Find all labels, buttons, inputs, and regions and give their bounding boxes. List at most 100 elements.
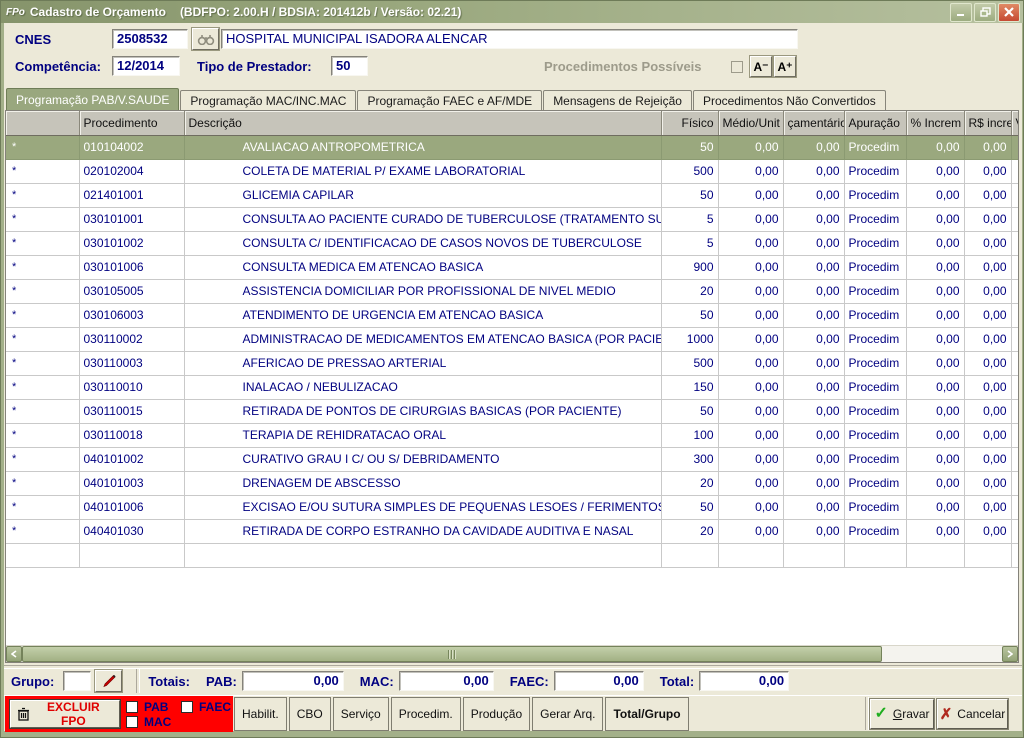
gravar-button[interactable]: ✓ Gravar	[870, 699, 934, 729]
cell-medio-unit[interactable]: 0,00	[718, 183, 783, 207]
cell-fisico[interactable]: 50	[661, 495, 718, 519]
cell-overflow[interactable]	[1011, 303, 1018, 327]
row-marker[interactable]: *	[6, 159, 79, 183]
table-row[interactable]: *030110003AFERICAO DE PRESSAO ARTERIAL50…	[6, 351, 1018, 375]
table-row[interactable]: *030101001CONSULTA AO PACIENTE CURADO DE…	[6, 207, 1018, 231]
cell-procedimento[interactable]: 030105005	[79, 279, 184, 303]
cell-pct-increm[interactable]: 0,00	[906, 423, 964, 447]
table-row[interactable]: *030101002CONSULTA C/ IDENTIFICACAO DE C…	[6, 231, 1018, 255]
cell-pct-increm[interactable]: 0,00	[906, 399, 964, 423]
cell-overflow[interactable]	[1011, 423, 1018, 447]
button-cbo[interactable]: CBO	[289, 697, 331, 731]
search-cnes-button[interactable]	[192, 28, 219, 50]
scrollbar-thumb[interactable]	[22, 646, 882, 662]
cell-rs-increm[interactable]: 0,00	[964, 375, 1011, 399]
cell-apuracao[interactable]: Procedim	[844, 231, 906, 255]
cell-orcamentario[interactable]: 0,00	[783, 423, 844, 447]
row-marker[interactable]: *	[6, 399, 79, 423]
cell-procedimento[interactable]: 030106003	[79, 303, 184, 327]
table-row[interactable]: *040101002CURATIVO GRAU I C/ OU S/ DEBRI…	[6, 447, 1018, 471]
cell-medio-unit[interactable]: 0,00	[718, 303, 783, 327]
cell-fisico[interactable]: 50	[661, 135, 718, 159]
cell-procedimento[interactable]: 030110003	[79, 351, 184, 375]
cell-orcamentario[interactable]: 0,00	[783, 519, 844, 543]
cell-overflow[interactable]	[1011, 447, 1018, 471]
cell-pct-increm[interactable]: 0,00	[906, 135, 964, 159]
cell-pct-increm[interactable]: 0,00	[906, 375, 964, 399]
cell-pct-increm[interactable]: 0,00	[906, 447, 964, 471]
cell-fisico[interactable]: 20	[661, 519, 718, 543]
cell-apuracao[interactable]: Procedim	[844, 519, 906, 543]
cell-rs-increm[interactable]: 0,00	[964, 399, 1011, 423]
cell-rs-increm[interactable]: 0,00	[964, 255, 1011, 279]
cell-medio-unit[interactable]: 0,00	[718, 447, 783, 471]
button-procedim[interactable]: Procedim.	[391, 697, 461, 731]
cell-orcamentario[interactable]: 0,00	[783, 303, 844, 327]
row-marker[interactable]: *	[6, 327, 79, 351]
cell-medio-unit[interactable]: 0,00	[718, 327, 783, 351]
cell-apuracao[interactable]: Procedim	[844, 471, 906, 495]
cell-pct-increm[interactable]: 0,00	[906, 207, 964, 231]
establishment-name-input[interactable]: HOSPITAL MUNICIPAL ISADORA ALENCAR	[221, 29, 798, 49]
cell-descricao[interactable]: TERAPIA DE REHIDRATACAO ORAL	[184, 423, 661, 447]
cell-orcamentario[interactable]: 0,00	[783, 375, 844, 399]
cell-pct-increm[interactable]: 0,00	[906, 471, 964, 495]
cell-overflow[interactable]	[1011, 159, 1018, 183]
cell-fisico[interactable]: 100	[661, 423, 718, 447]
table-row[interactable]: *030105005ASSISTENCIA DOMICILIAR POR PRO…	[6, 279, 1018, 303]
cell-medio-unit[interactable]: 0,00	[718, 279, 783, 303]
row-marker[interactable]: *	[6, 471, 79, 495]
cell-descricao[interactable]: AVALIACAO ANTROPOMETRICA	[184, 135, 661, 159]
cell-pct-increm[interactable]: 0,00	[906, 495, 964, 519]
cell-medio-unit[interactable]: 0,00	[718, 423, 783, 447]
cell-medio-unit[interactable]: 0,00	[718, 471, 783, 495]
cell-descricao[interactable]: RETIRADA DE CORPO ESTRANHO DA CAVIDADE A…	[184, 519, 661, 543]
scroll-right-button[interactable]	[1002, 646, 1018, 662]
cell-rs-increm[interactable]: 0,00	[964, 351, 1011, 375]
table-row[interactable]: *030106003ATENDIMENTO DE URGENCIA EM ATE…	[6, 303, 1018, 327]
table-row[interactable]: *030101006CONSULTA MEDICA EM ATENCAO BAS…	[6, 255, 1018, 279]
cell-apuracao[interactable]: Procedim	[844, 495, 906, 519]
cell-rs-increm[interactable]: 0,00	[964, 231, 1011, 255]
cell-overflow[interactable]	[1011, 495, 1018, 519]
row-marker[interactable]: *	[6, 303, 79, 327]
cell-orcamentario[interactable]: 0,00	[783, 231, 844, 255]
cell-orcamentario[interactable]: 0,00	[783, 447, 844, 471]
cell-procedimento[interactable]: 030110002	[79, 327, 184, 351]
cell-overflow[interactable]	[1011, 327, 1018, 351]
excluir-fpo-button[interactable]: EXCLUIR FPO	[10, 700, 120, 728]
cell-medio-unit[interactable]: 0,00	[718, 207, 783, 231]
cell-descricao[interactable]: EXCISAO E/OU SUTURA SIMPLES DE PEQUENAS …	[184, 495, 661, 519]
cell-fisico[interactable]: 300	[661, 447, 718, 471]
row-marker[interactable]: *	[6, 351, 79, 375]
cell-rs-increm[interactable]: 0,00	[964, 471, 1011, 495]
cell-fisico[interactable]: 500	[661, 351, 718, 375]
row-marker[interactable]: *	[6, 423, 79, 447]
close-button[interactable]	[998, 3, 1020, 22]
cell-apuracao[interactable]: Procedim	[844, 399, 906, 423]
button-producao[interactable]: Produção	[463, 697, 530, 731]
cell-descricao[interactable]: CURATIVO GRAU I C/ OU S/ DEBRIDAMENTO	[184, 447, 661, 471]
cell-rs-increm[interactable]: 0,00	[964, 207, 1011, 231]
cell-medio-unit[interactable]: 0,00	[718, 255, 783, 279]
cell-medio-unit[interactable]: 0,00	[718, 519, 783, 543]
cell-pct-increm[interactable]: 0,00	[906, 159, 964, 183]
cnes-input[interactable]: 2508532	[112, 29, 188, 49]
cell-procedimento[interactable]: 030110015	[79, 399, 184, 423]
cell-pct-increm[interactable]: 0,00	[906, 255, 964, 279]
cell-procedimento[interactable]: 030101001	[79, 207, 184, 231]
tab-programacao-pab-v-saude[interactable]: Programação PAB/V.SAUDE	[6, 88, 179, 111]
cell-descricao[interactable]: COLETA DE MATERIAL P/ EXAME LABORATORIAL	[184, 159, 661, 183]
cell-apuracao[interactable]: Procedim	[844, 423, 906, 447]
cell-medio-unit[interactable]: 0,00	[718, 231, 783, 255]
cell-rs-increm[interactable]: 0,00	[964, 495, 1011, 519]
cell-procedimento[interactable]: 030101006	[79, 255, 184, 279]
cell-fisico[interactable]: 20	[661, 279, 718, 303]
cell-apuracao[interactable]: Procedim	[844, 255, 906, 279]
cell-overflow[interactable]	[1011, 519, 1018, 543]
cell-procedimento[interactable]: 040101006	[79, 495, 184, 519]
edit-grupo-button[interactable]	[95, 670, 122, 692]
cell-orcamentario[interactable]: 0,00	[783, 471, 844, 495]
cell-overflow[interactable]	[1011, 135, 1018, 159]
cell-orcamentario[interactable]: 0,00	[783, 159, 844, 183]
